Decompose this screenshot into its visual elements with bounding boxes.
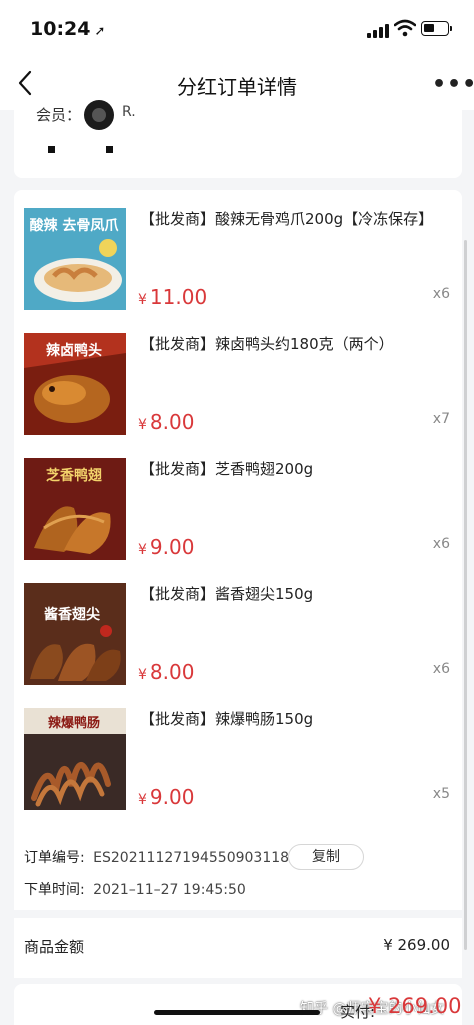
list-item[interactable]: 酱香翅尖 【批发商】酱香翅尖150g ¥8.00 x6: [14, 565, 462, 690]
product-quantity: x6: [432, 661, 450, 677]
product-image: 酱香翅尖: [24, 583, 126, 685]
product-quantity: x6: [432, 286, 450, 302]
goods-amount: ¥ 269.00: [383, 936, 450, 954]
avatar: [84, 100, 114, 130]
product-quantity: x6: [432, 536, 450, 552]
svg-text:芝香鸭翅: 芝香鸭翅: [46, 467, 102, 484]
product-title: 【批发商】芝香鸭翅200g: [140, 460, 314, 478]
product-price: ¥11.00: [138, 285, 208, 309]
battery-icon: [421, 21, 452, 36]
svg-text:辣卤鸭头: 辣卤鸭头: [46, 342, 102, 359]
goods-amount-card: 商品金额 ¥ 269.00: [14, 918, 462, 978]
list-item[interactable]: 辣爆鸭肠 【批发商】辣爆鸭肠150g ¥9.00 x5: [14, 690, 462, 815]
product-price: ¥8.00: [138, 410, 195, 434]
product-title: 【批发商】酸辣无骨鸡爪200g【冷冻保存】: [140, 210, 434, 228]
scrollbar[interactable]: [464, 240, 467, 950]
page-title: 分红订单详情: [177, 75, 297, 99]
product-image: 辣卤鸭头: [24, 333, 126, 435]
product-title: 【批发商】辣卤鸭头约180克（两个）: [140, 335, 394, 353]
placeholder-dot: [106, 146, 113, 153]
member-card: 会员： R.: [14, 98, 462, 178]
product-image: 芝香鸭翅: [24, 458, 126, 560]
status-time: 10:24 ➚: [30, 18, 106, 40]
member-label: 会员：: [36, 106, 82, 124]
goods-amount-label: 商品金额: [24, 938, 85, 956]
order-time: 2021–11–27 19:45:50: [93, 882, 246, 898]
order-number-row: 订单编号: ES20211127194550903118: [24, 847, 289, 867]
order-time-row: 下单时间: 2021–11–27 19:45:50: [24, 879, 246, 899]
list-item[interactable]: 辣卤鸭头 【批发商】辣卤鸭头约180克（两个） ¥8.00 x7: [14, 315, 462, 440]
product-price: ¥9.00: [138, 785, 195, 809]
order-number: ES20211127194550903118: [93, 850, 290, 866]
svg-text:辣爆鸭肠: 辣爆鸭肠: [48, 715, 100, 731]
order-items-card: 酸辣 去骨凤爪 【批发商】酸辣无骨鸡爪200g【冷冻保存】 ¥11.00 x6 …: [14, 190, 462, 910]
svg-text:酸辣 去骨凤爪: 酸辣 去骨凤爪: [30, 217, 120, 234]
product-quantity: x5: [432, 786, 450, 802]
home-indicator: [154, 1010, 320, 1015]
paid-amount: ¥ 269.00: [368, 994, 462, 1018]
location-arrow-icon: ➚: [94, 24, 106, 39]
list-item[interactable]: 酸辣 去骨凤爪 【批发商】酸辣无骨鸡爪200g【冷冻保存】 ¥11.00 x6: [14, 190, 462, 315]
order-time-label: 下单时间:: [24, 882, 85, 898]
placeholder-dot: [48, 146, 55, 153]
product-quantity: x7: [432, 411, 450, 427]
svg-text:酱香翅尖: 酱香翅尖: [44, 606, 100, 623]
order-number-label: 订单编号:: [24, 850, 85, 866]
product-title: 【批发商】辣爆鸭肠150g: [140, 710, 314, 728]
list-item[interactable]: 芝香鸭翅 【批发商】芝香鸭翅200g ¥9.00 x6: [14, 440, 462, 565]
cellular-signal-icon: [367, 22, 391, 38]
member-name: R.: [122, 104, 136, 120]
product-price: ¥8.00: [138, 660, 195, 684]
wifi-icon: [394, 19, 416, 37]
more-icon[interactable]: •••: [432, 72, 474, 97]
copy-button[interactable]: 复制: [288, 844, 364, 870]
product-image: 辣爆鸭肠: [24, 708, 126, 810]
product-image: 酸辣 去骨凤爪: [24, 208, 126, 310]
product-price: ¥9.00: [138, 535, 195, 559]
status-bar: 10:24 ➚: [0, 0, 474, 58]
product-title: 【批发商】酱香翅尖150g: [140, 585, 314, 603]
